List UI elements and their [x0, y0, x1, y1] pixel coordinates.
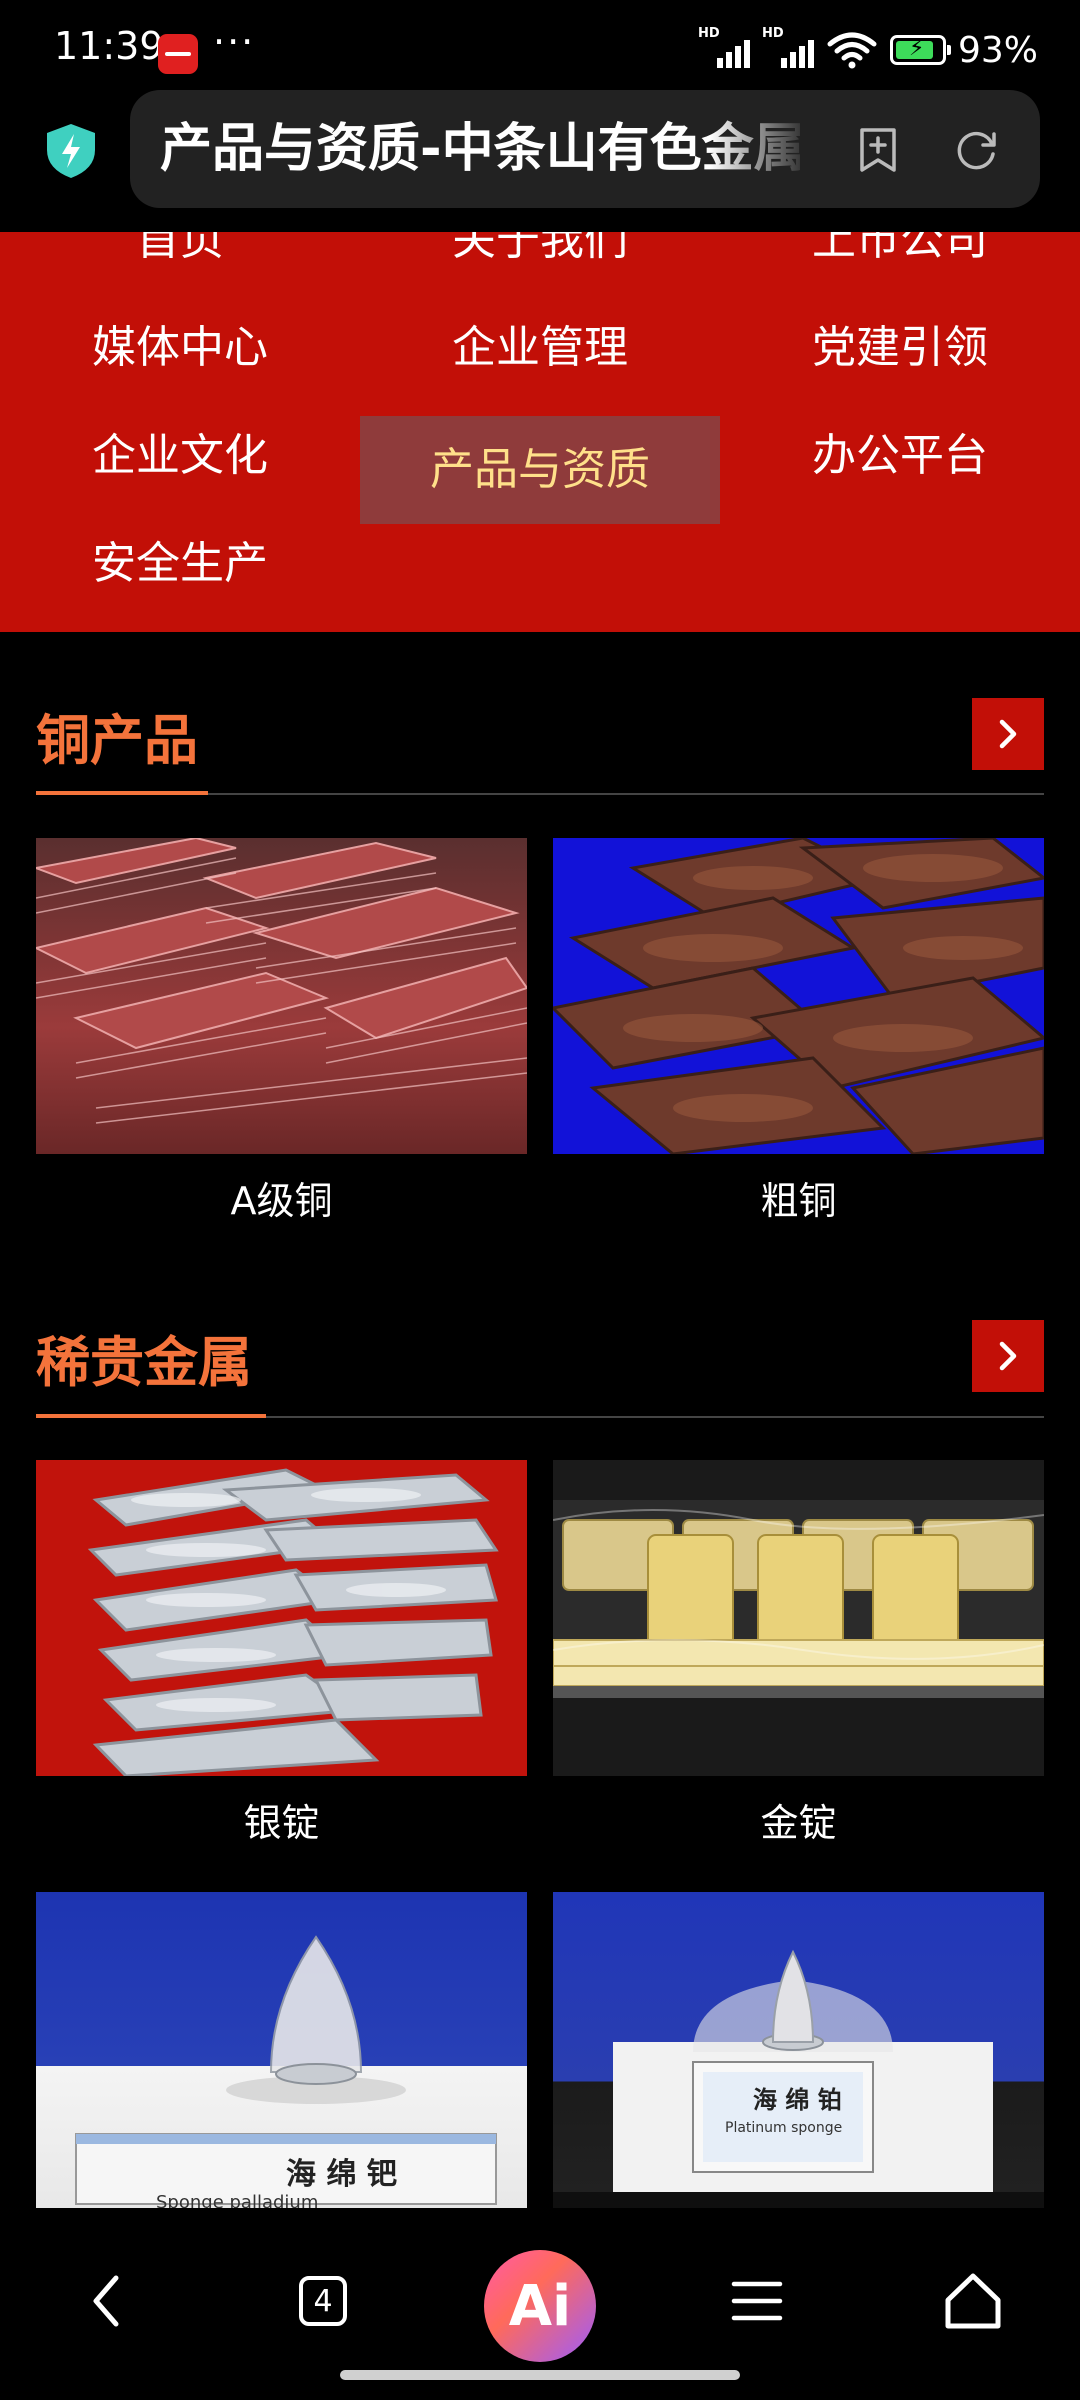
- section-more-button[interactable]: [972, 698, 1044, 770]
- product-card[interactable]: 粗铜: [553, 838, 1044, 1225]
- nav-item-management[interactable]: 企业管理: [360, 294, 720, 402]
- nav-item-office[interactable]: 办公平台: [720, 402, 1080, 510]
- svg-text:Sponge palladium: Sponge palladium: [156, 2192, 318, 2208]
- nav-item-home[interactable]: 首页: [0, 232, 360, 294]
- back-icon[interactable]: [72, 2266, 142, 2336]
- page-title[interactable]: 产品与资质-中条山有色金属集团: [160, 114, 800, 184]
- home-indicator[interactable]: [340, 2370, 740, 2380]
- status-bar: 11:39 ··· HD HD ⚡ 93%: [0, 0, 1080, 88]
- section-title-precious-metals: 稀贵金属: [36, 1331, 252, 1394]
- section-title-copper: 铜产品: [36, 709, 198, 772]
- section-underline: [36, 1414, 266, 1418]
- product-card[interactable]: 金锭: [553, 1460, 1044, 1847]
- platinum-sponge-image[interactable]: 海 绵 铂 Platinum sponge: [553, 1892, 1044, 2208]
- nav-item-about[interactable]: 关于我们: [360, 232, 720, 294]
- section-more-button[interactable]: [972, 1320, 1044, 1392]
- status-time: 11:39: [54, 24, 164, 68]
- refresh-icon[interactable]: [950, 124, 1002, 176]
- nav-item-culture[interactable]: 企业文化: [0, 402, 360, 510]
- product-card[interactable]: A级铜: [36, 838, 527, 1225]
- product-label[interactable]: 金锭: [553, 1792, 1044, 1847]
- address-bar[interactable]: 产品与资质-中条山有色金属集团: [130, 90, 1040, 208]
- title-fade: [710, 100, 810, 196]
- shield-icon[interactable]: [44, 122, 98, 180]
- notification-app-icon: [158, 34, 198, 74]
- home-icon[interactable]: [938, 2266, 1008, 2336]
- nav-item-listed-company[interactable]: 上市公司: [720, 232, 1080, 294]
- blister-copper-image[interactable]: [553, 838, 1044, 1154]
- hd-label-2: HD: [761, 26, 784, 41]
- svg-text:海 绵 钯: 海 绵 钯: [286, 2157, 397, 2192]
- ai-assistant-button[interactable]: Ai: [484, 2250, 596, 2362]
- gold-ingot-image[interactable]: [553, 1460, 1044, 1776]
- battery-percent: 93%: [957, 29, 1038, 71]
- nav-item-safety[interactable]: 安全生产: [0, 510, 360, 618]
- cellular-signal-icon-2: HD: [762, 26, 814, 70]
- product-card[interactable]: 海 绵 铂 Platinum sponge: [553, 1892, 1044, 2208]
- more-notifications-icon: ···: [213, 20, 256, 64]
- tabs-button[interactable]: 4: [288, 2266, 358, 2336]
- menu-icon[interactable]: [722, 2266, 792, 2336]
- chevron-right-icon: [999, 719, 1017, 749]
- nav-item-party[interactable]: 党建引领: [720, 294, 1080, 402]
- wifi-icon: [827, 32, 877, 69]
- svg-text:Platinum sponge: Platinum sponge: [725, 2120, 842, 2136]
- product-card[interactable]: 银锭: [36, 1460, 527, 1847]
- product-label[interactable]: 银锭: [36, 1792, 527, 1847]
- product-card[interactable]: 海 绵 钯 Sponge palladium: [36, 1892, 527, 2208]
- chevron-right-icon: [999, 1341, 1017, 1371]
- hd-label: HD: [697, 26, 720, 41]
- nav-item-media[interactable]: 媒体中心: [0, 294, 360, 402]
- copper-cathode-image[interactable]: [36, 838, 527, 1154]
- main-nav: 首页 关于我们 上市公司 媒体中心 企业管理 党建引领 企业文化 产品与资质 办…: [0, 232, 1080, 632]
- section-underline: [36, 791, 208, 795]
- tabs-count: 4: [299, 2276, 347, 2326]
- battery-icon: ⚡: [889, 35, 951, 65]
- silver-ingot-image[interactable]: [36, 1460, 527, 1776]
- cellular-signal-icon: HD: [698, 26, 750, 70]
- product-label[interactable]: A级铜: [36, 1170, 527, 1225]
- bookmark-add-icon[interactable]: [852, 124, 904, 176]
- svg-text:海 绵 铂: 海 绵 铂: [753, 2086, 842, 2114]
- nav-item-products[interactable]: 产品与资质: [360, 416, 720, 524]
- product-label[interactable]: 粗铜: [553, 1170, 1044, 1225]
- palladium-sponge-image[interactable]: 海 绵 钯 Sponge palladium: [36, 1892, 527, 2208]
